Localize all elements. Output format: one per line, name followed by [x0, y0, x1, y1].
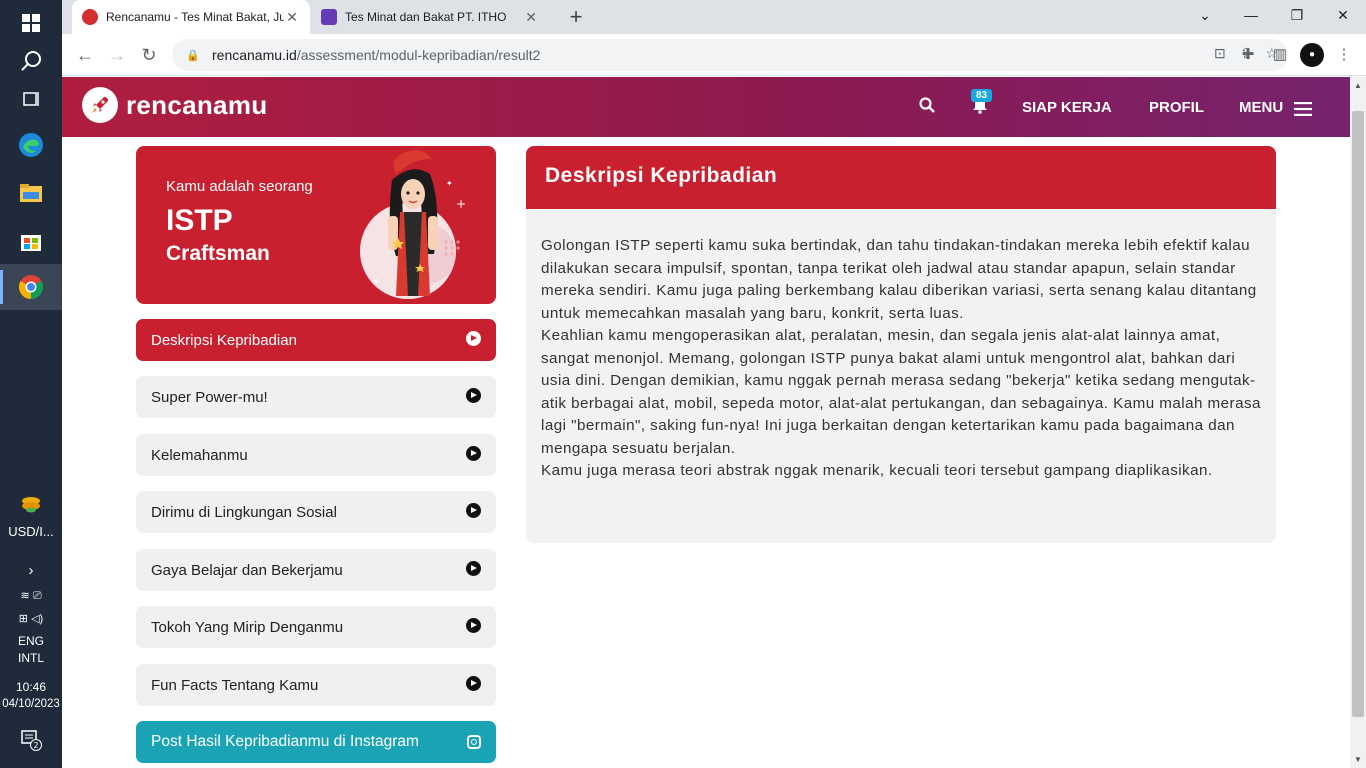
chevron-right-icon[interactable]: ›: [0, 563, 62, 579]
play-circle-icon: [466, 503, 481, 518]
web-page: rencanamu 83 SIAP KERJA PROFIL MENU Kamu…: [62, 77, 1350, 768]
reload-icon[interactable]: ↻: [136, 42, 162, 68]
svg-text:+: +: [456, 197, 466, 211]
description-paragraph: Keahlian kamu mengoperasikan alat, peral…: [541, 327, 1261, 457]
url-text[interactable]: rencanamu.id/assessment/modul-kepribadia…: [212, 47, 540, 63]
instagram-icon: [467, 735, 481, 749]
new-tab-icon[interactable]: +: [562, 4, 590, 30]
browser-tab-tes-minat[interactable]: Tes Minat dan Bakat PT. ITHO ✕: [311, 0, 549, 34]
tab-title: Rencanamu - Tes Minat Bakat, Ju: [106, 10, 285, 24]
minimize-icon[interactable]: —: [1228, 0, 1274, 30]
currency-widget-icon[interactable]: [0, 490, 62, 520]
menu-deskripsi-kepribadian[interactable]: Deskripsi Kepribadian: [136, 319, 496, 361]
description-body: Golongan ISTP seperti kamu suka bertinda…: [526, 209, 1276, 483]
windows-taskbar: USD/I... › ≋ ⎚ ⊞ ◁) ENG INTL 10:46 04/10…: [0, 0, 62, 768]
notification-center-icon[interactable]: 2: [0, 720, 62, 760]
input-language-variant[interactable]: INTL: [0, 650, 62, 666]
clock-date[interactable]: 04/10/2023: [0, 696, 62, 712]
clock-time[interactable]: 10:46: [0, 679, 62, 695]
play-circle-icon: [466, 388, 481, 403]
menu-super-power[interactable]: Super Power-mu!: [136, 376, 496, 418]
craftsman-character-illustration: + ✦ +: [360, 150, 466, 299]
translate-icon[interactable]: ⊡: [1214, 45, 1226, 62]
profile-avatar[interactable]: ●: [1300, 43, 1324, 67]
menu-label: Post Hasil Kepribadianmu di Instagram: [151, 733, 419, 750]
google-forms-favicon: [321, 9, 337, 25]
menu-label: Kelemahanmu: [151, 446, 248, 464]
play-circle-icon: [466, 446, 481, 461]
description-title: Deskripsi Kepribadian: [526, 146, 1276, 209]
scrollbar-thumb[interactable]: [1352, 111, 1364, 717]
menu-label: Deskripsi Kepribadian: [151, 331, 297, 349]
lock-icon[interactable]: 🔒: [186, 49, 200, 62]
input-language-label[interactable]: ENG: [0, 633, 62, 649]
hamburger-menu-icon[interactable]: [1294, 101, 1312, 121]
menu-label: Super Power-mu!: [151, 388, 268, 406]
description-paragraph: Golongan ISTP seperti kamu suka bertinda…: [541, 237, 1257, 322]
rencanamu-favicon: [82, 9, 98, 25]
close-window-icon[interactable]: ✕: [1320, 0, 1366, 30]
post-instagram-button[interactable]: Post Hasil Kepribadianmu di Instagram: [136, 721, 496, 763]
side-panel-icon[interactable]: ▥: [1268, 43, 1292, 67]
extensions-puzzle-icon[interactable]: ✚: [1236, 43, 1260, 67]
microsoft-store-icon[interactable]: [0, 218, 62, 264]
browser-tab-rencanamu[interactable]: Rencanamu - Tes Minat Bakat, Ju ✕: [72, 0, 310, 34]
scroll-up-arrow-icon[interactable]: ▲: [1350, 81, 1366, 90]
menu-fun-facts[interactable]: Fun Facts Tentang Kamu: [136, 664, 496, 706]
rencanamu-logo[interactable]: rencanamu: [82, 87, 267, 123]
nav-profil[interactable]: PROFIL: [1149, 99, 1204, 116]
personality-result-card: Kamu adalah seorang ISTP Craftsman + ✦ +: [136, 146, 496, 304]
menu-label: Fun Facts Tentang Kamu: [151, 676, 319, 694]
file-explorer-icon[interactable]: [0, 170, 62, 216]
menu-kelemahanmu[interactable]: Kelemahanmu: [136, 434, 496, 476]
browser-tab-strip: Rencanamu - Tes Minat Bakat, Ju ✕ Tes Mi…: [62, 0, 1366, 34]
menu-label: Gaya Belajar dan Bekerjamu: [151, 561, 343, 579]
menu-lingkungan-sosial[interactable]: Dirimu di Lingkungan Sosial: [136, 491, 496, 533]
play-circle-icon: [466, 561, 481, 576]
menu-tokoh-mirip[interactable]: Tokoh Yang Mirip Denganmu: [136, 606, 496, 648]
description-paragraph: Kamu juga merasa teori abstrak nggak men…: [541, 462, 1213, 479]
menu-label: Tokoh Yang Mirip Denganmu: [151, 618, 344, 636]
chrome-browser-icon[interactable]: [0, 264, 62, 310]
volume-icon[interactable]: ⊞ ◁): [0, 611, 62, 627]
svg-text:+: +: [372, 276, 380, 287]
menu-gaya-belajar[interactable]: Gaya Belajar dan Bekerjamu: [136, 549, 496, 591]
svg-text:2: 2: [33, 741, 38, 750]
tab-title: Tes Minat dan Bakat PT. ITHO: [345, 10, 507, 24]
currency-widget-label[interactable]: USD/I...: [0, 524, 62, 540]
description-card: Deskripsi Kepribadian Golongan ISTP sepe…: [526, 146, 1276, 543]
result-subtitle: Kamu adalah seorang: [166, 178, 313, 195]
search-icon[interactable]: [919, 97, 935, 118]
play-circle-icon: [466, 618, 481, 633]
close-tab-icon[interactable]: ✕: [523, 9, 539, 26]
back-arrow-icon[interactable]: ←: [72, 42, 98, 68]
personality-type: ISTP: [166, 204, 233, 237]
close-tab-icon[interactable]: ✕: [284, 9, 300, 26]
logo-text: rencanamu: [126, 89, 268, 120]
address-bar[interactable]: 🔒 rencanamu.id/assessment/modul-kepribad…: [172, 39, 1288, 71]
tab-search-chevron-icon[interactable]: ⌄: [1182, 0, 1228, 30]
site-header: rencanamu 83 SIAP KERJA PROFIL MENU: [62, 77, 1350, 137]
nav-menu[interactable]: MENU: [1239, 99, 1283, 116]
nav-siap-kerja[interactable]: SIAP KERJA: [1022, 99, 1112, 116]
browser-toolbar: ← → ↻ 🔒 rencanamu.id/assessment/modul-ke…: [62, 34, 1366, 76]
personality-name: Craftsman: [166, 242, 270, 265]
rocket-logo-icon: [82, 87, 118, 123]
forward-arrow-icon[interactable]: →: [104, 42, 130, 68]
scroll-down-arrow-icon[interactable]: ▼: [1350, 755, 1366, 764]
svg-text:✦: ✦: [446, 179, 453, 188]
notification-count-badge: 83: [971, 89, 993, 102]
play-circle-icon: [466, 331, 481, 346]
page-scrollbar[interactable]: ▲ ▼: [1350, 77, 1366, 768]
play-circle-icon: [466, 676, 481, 691]
edge-browser-icon[interactable]: [0, 122, 62, 168]
menu-label: Dirimu di Lingkungan Sosial: [151, 503, 337, 521]
network-icon[interactable]: ≋ ⎚: [0, 588, 62, 604]
restore-icon[interactable]: ❐: [1274, 0, 1320, 30]
task-view-icon[interactable]: [0, 76, 62, 122]
chrome-menu-kebab-icon[interactable]: ⋮: [1332, 43, 1356, 67]
